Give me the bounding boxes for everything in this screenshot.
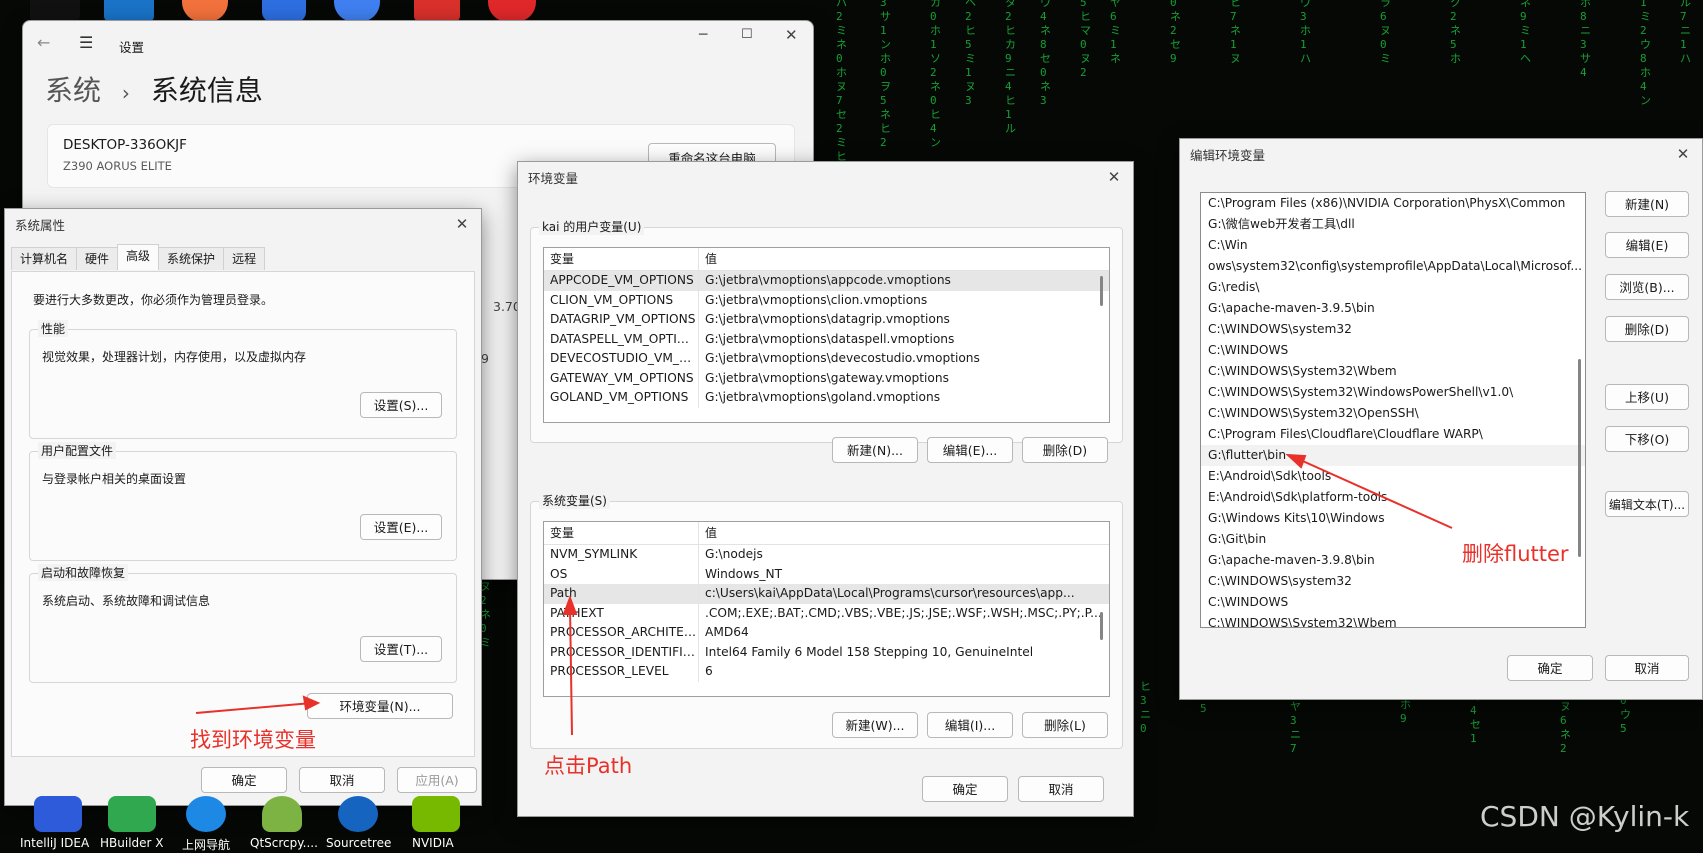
arrow-path [562,595,578,736]
arrow-flutter [1285,453,1453,529]
annotation-find-env: 找到环境变量 [190,728,316,752]
taskbar-label-nvidia: NVIDIA [412,836,454,850]
intellij-icon[interactable] [34,796,82,832]
nvidia-icon[interactable] [412,796,460,832]
hbuilder-icon[interactable] [108,796,156,832]
taskbar-label-qtscrcpy: QtScrcpy.... [250,836,318,850]
annotation-click-path: 点击Path [544,754,633,778]
taskbar-label-intellij: IntelliJ IDEA [20,836,90,850]
taskbar-label-ie: 上网导航 [182,838,231,852]
annotation-arrows [195,453,1453,736]
arrow-env [195,695,321,714]
sourcetree-icon[interactable] [338,796,378,832]
annotation-delete-flutter: 删除flutter [1462,542,1569,566]
ie-icon[interactable] [186,796,226,832]
taskbar-label-sourcetree: Sourcetree [326,836,392,850]
watermark: CSDN @Kylin-k [1480,800,1690,833]
android-icon[interactable] [262,796,302,832]
taskbar-label-hbuilder: HBuilder X [100,836,164,850]
